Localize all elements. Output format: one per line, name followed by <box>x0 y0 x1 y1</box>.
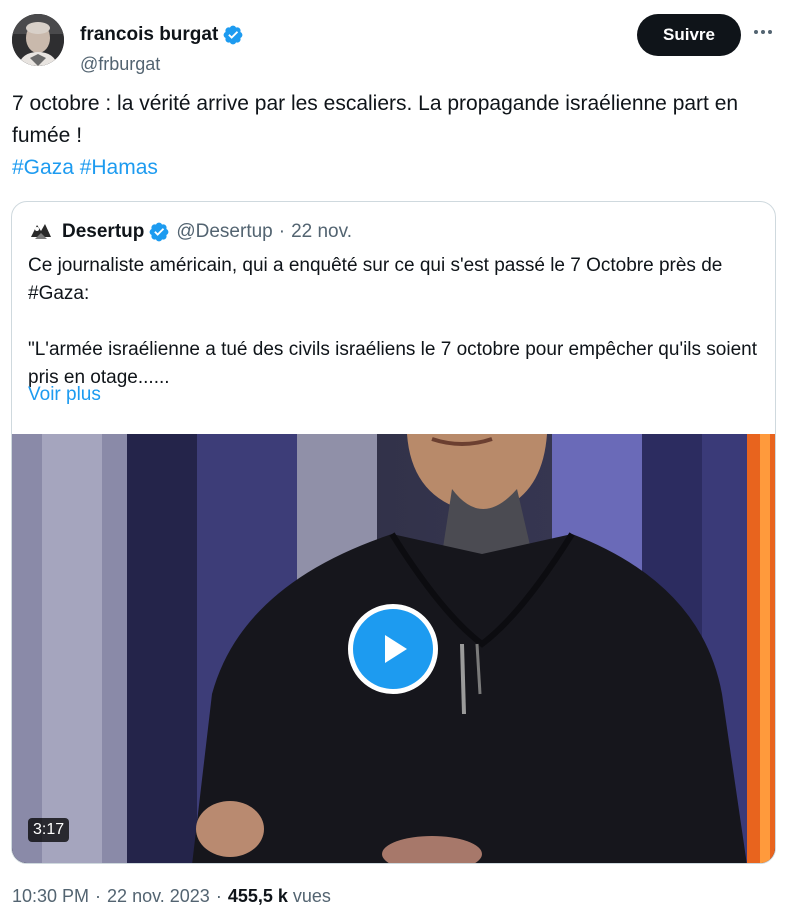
tweet-meta: 10:30 PM · 22 nov. 2023 · 455,5 k vues <box>12 886 331 907</box>
views-label: vues <box>292 886 331 906</box>
video-player[interactable]: 3:17 <box>12 434 775 863</box>
verified-badge-icon <box>149 222 169 242</box>
tweet-text: 7 octobre : la vérité arrive par les esc… <box>12 92 739 147</box>
quoted-author-handle: @Desertup <box>176 221 273 242</box>
author-avatar[interactable] <box>12 14 64 66</box>
quoted-author-name: Desertup <box>62 221 145 242</box>
play-icon[interactable] <box>348 604 438 694</box>
quoted-tweet-text: Ce journaliste américain, qui a enquêté … <box>28 252 768 392</box>
verified-badge-icon <box>223 25 243 45</box>
quoted-text-paragraph-1: Ce journaliste américain, qui a enquêté … <box>28 255 723 304</box>
separator-dot: · <box>215 886 222 906</box>
follow-button[interactable]: Suivre <box>637 14 741 56</box>
author-name[interactable]: francois burgat <box>80 24 218 46</box>
tweet-header: francois burgat @frburgat Suivre <box>12 12 775 74</box>
tweet-time[interactable]: 10:30 PM <box>12 886 89 907</box>
quoted-tweet-date: 22 nov. <box>291 221 352 242</box>
video-duration-badge: 3:17 <box>28 818 70 842</box>
separator-dot: · <box>278 221 286 242</box>
quoted-text-paragraph-2: "L'armée israélienne a tué des civils is… <box>28 339 757 388</box>
tweet-hashtags[interactable]: #Gaza #Hamas <box>12 152 158 184</box>
tweet-date[interactable]: 22 nov. 2023 <box>107 886 210 907</box>
show-more-link[interactable]: Voir plus <box>28 384 101 406</box>
author-name-row[interactable]: francois burgat <box>80 24 244 46</box>
quoted-tweet[interactable]: Desertup @Desertup · 22 nov. Ce journali… <box>11 201 776 864</box>
more-dots-icon[interactable] <box>751 20 775 44</box>
separator-dot: · <box>95 886 102 906</box>
quoted-tweet-header: Desertup @Desertup · 22 nov. <box>28 218 352 246</box>
author-handle[interactable]: @frburgat <box>80 54 160 75</box>
views-count: 455,5 k <box>227 886 288 906</box>
quoted-author-avatar <box>28 219 54 245</box>
